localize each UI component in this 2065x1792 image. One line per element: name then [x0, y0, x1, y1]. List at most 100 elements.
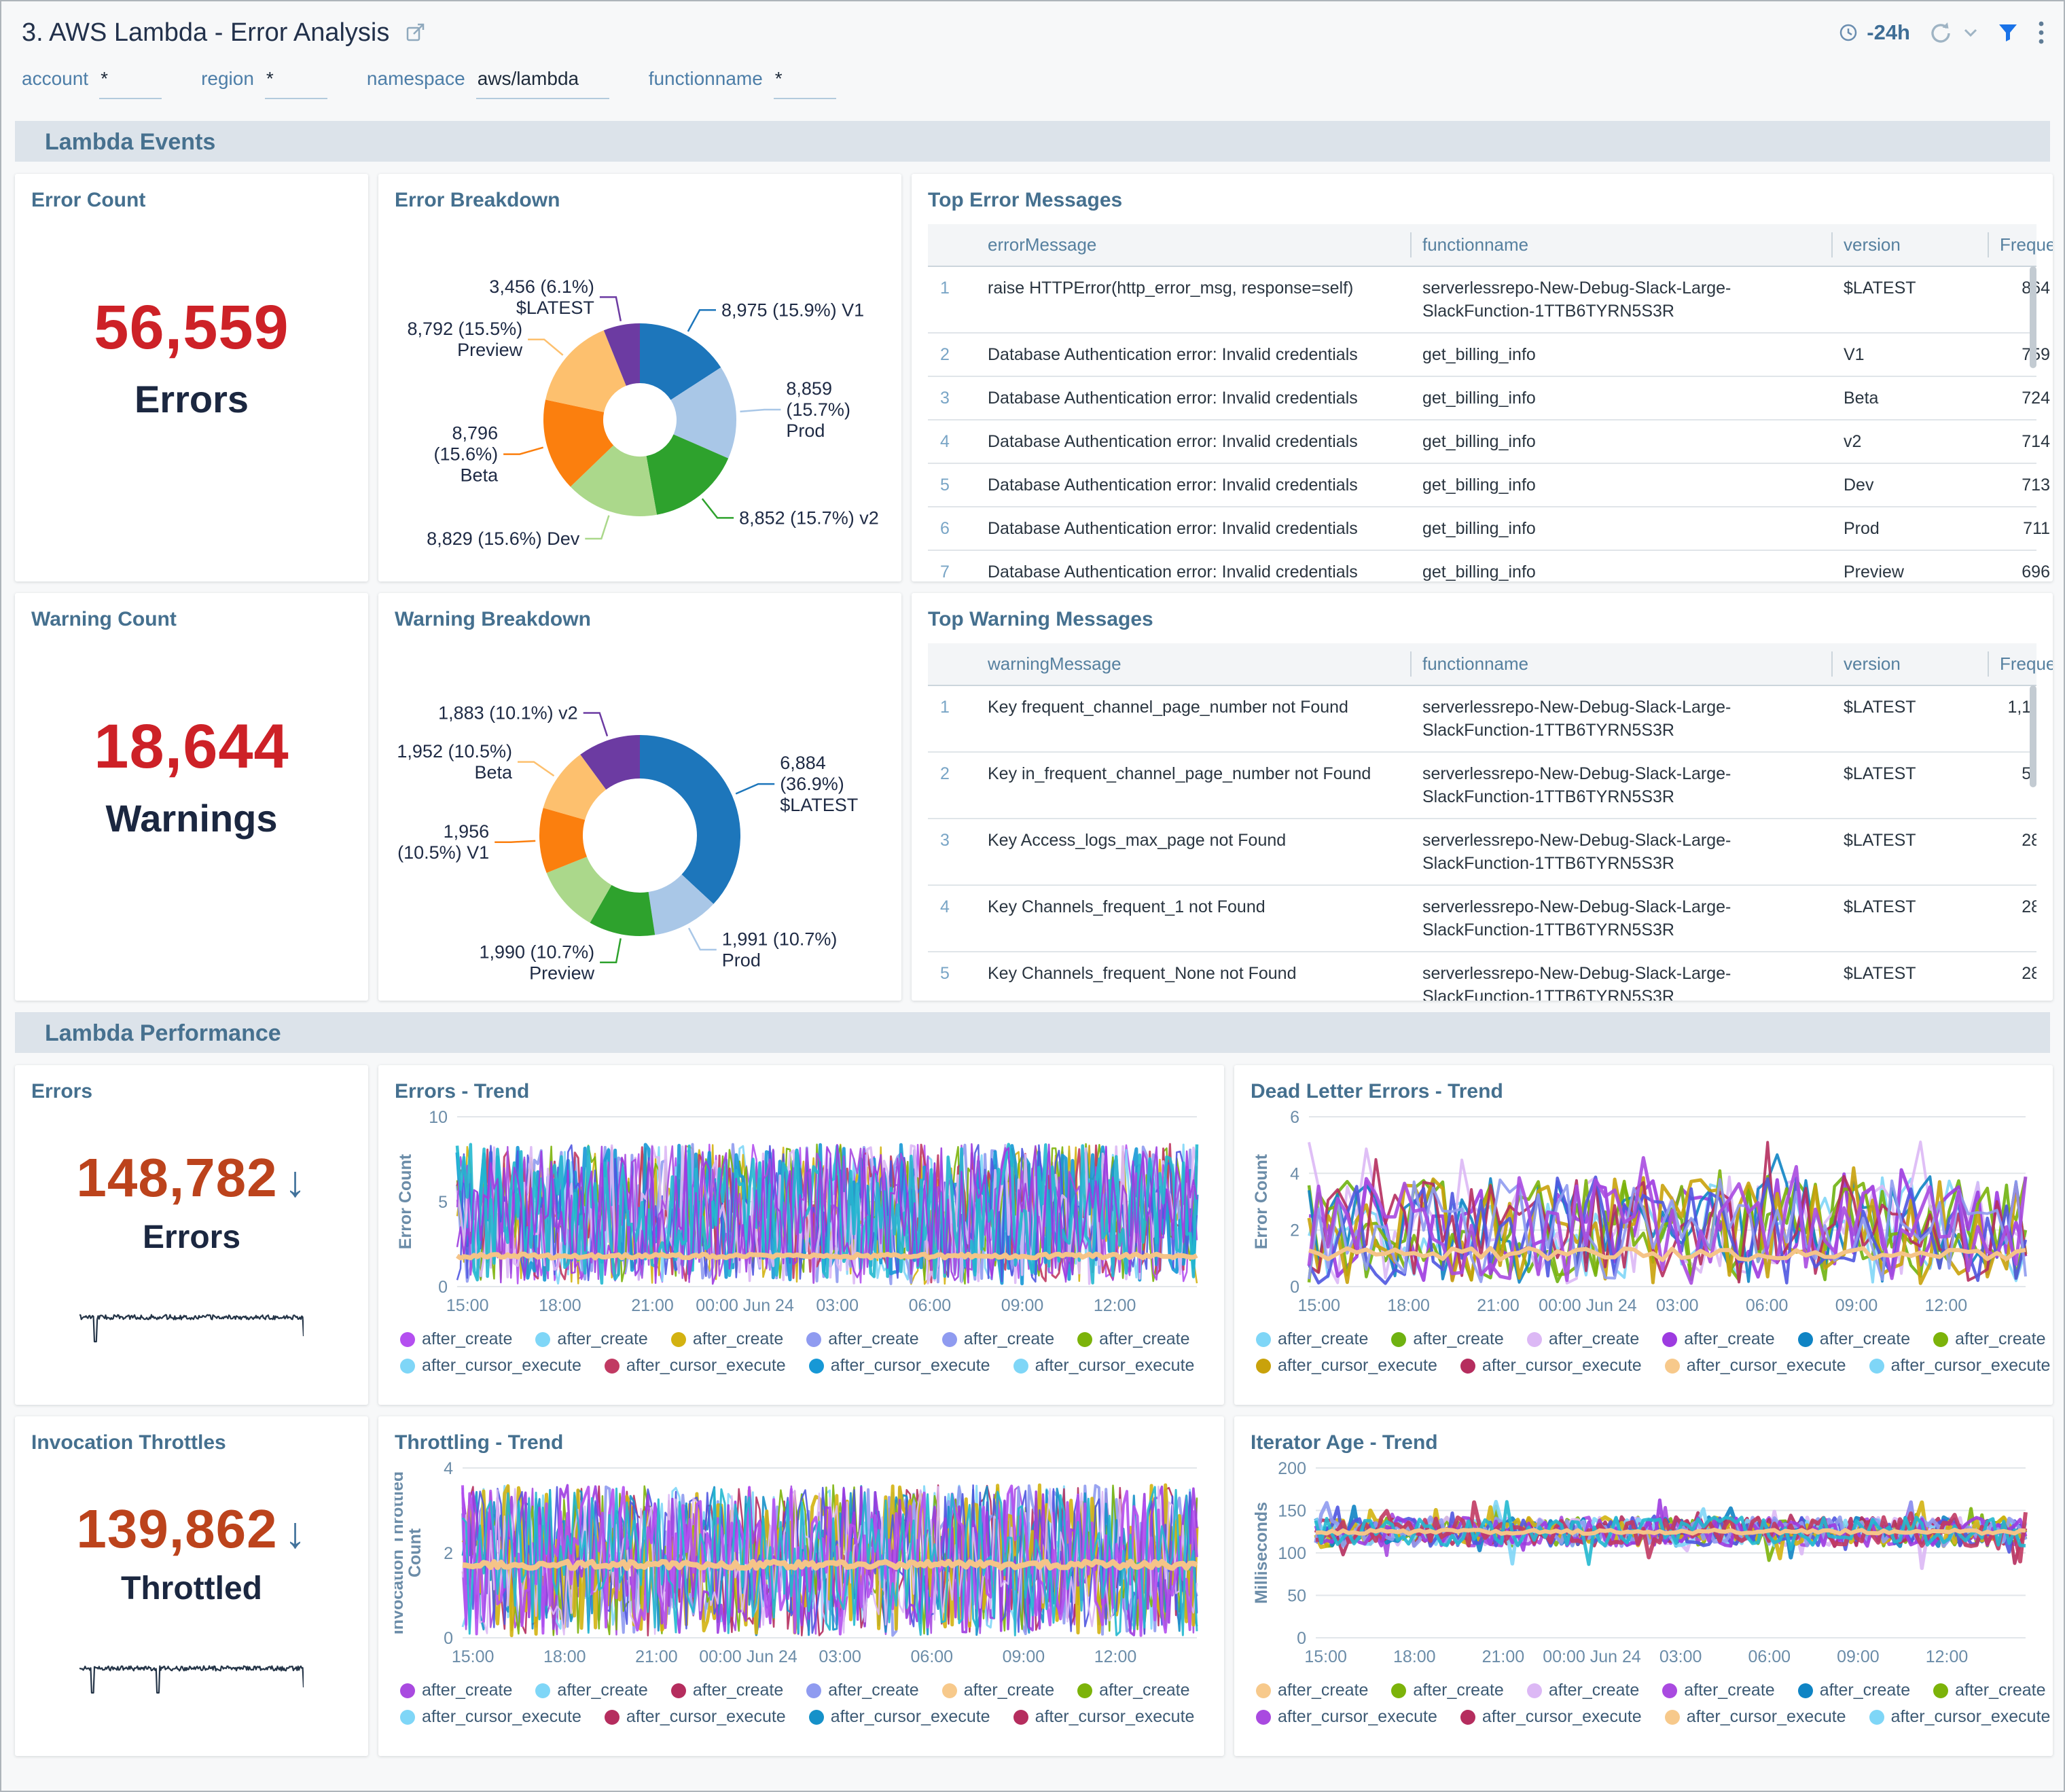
- legend-dot-icon: [1013, 1710, 1028, 1725]
- filter-namespace-input[interactable]: aws/lambda: [476, 68, 609, 99]
- legend-item[interactable]: after_create: [400, 1681, 512, 1700]
- legend-item[interactable]: after_cursor_execute: [1256, 1707, 1437, 1727]
- legend-item[interactable]: after_create: [806, 1681, 918, 1700]
- table-scrollbar-thumb[interactable]: [2030, 266, 2036, 368]
- legend-dot-icon: [809, 1359, 824, 1374]
- filter-account-input[interactable]: *: [99, 68, 162, 99]
- legend-item[interactable]: after_create: [1256, 1681, 1368, 1700]
- table-cell: 3: [928, 377, 975, 419]
- legend-item[interactable]: after_create: [942, 1329, 1054, 1349]
- chevron-down-icon[interactable]: [1962, 24, 1979, 41]
- legend-dot-icon: [605, 1359, 620, 1374]
- legend-label: after_create: [1549, 1329, 1639, 1349]
- svg-text:21:00: 21:00: [1477, 1296, 1520, 1315]
- filter-region: region *: [201, 68, 327, 99]
- legend-label: after_create: [1413, 1329, 1503, 1349]
- table-cell: serverlessrepo-New-Debug-Slack-Large-Sla…: [1410, 686, 1831, 751]
- legend-item[interactable]: after_cursor_execute: [1013, 1356, 1195, 1376]
- legend-item[interactable]: after_cursor_execute: [1460, 1356, 1642, 1376]
- refresh-icon[interactable]: [1928, 20, 1952, 45]
- filter-functionname-input[interactable]: *: [774, 68, 836, 99]
- warning-breakdown-donut-chart: 6,884(36.9%)$LATEST1,991 (10.7%)Prod1,99…: [395, 635, 885, 992]
- legend-item[interactable]: after_cursor_execute: [1256, 1356, 1437, 1376]
- table-cell: 759: [1988, 334, 2053, 376]
- legend-item[interactable]: after_create: [1256, 1329, 1368, 1349]
- table-cell: Database Authentication error: Invalid c…: [975, 551, 1410, 581]
- legend-item[interactable]: after_create: [1077, 1329, 1189, 1349]
- legend-item[interactable]: after_create: [400, 1329, 512, 1349]
- legend-item[interactable]: after_create: [535, 1329, 647, 1349]
- legend-item[interactable]: after_cursor_execute: [400, 1356, 581, 1376]
- legend-label: after_create: [1278, 1329, 1368, 1349]
- svg-text:8,829 (15.6%) Dev: 8,829 (15.6%) Dev: [427, 528, 580, 549]
- legend-item[interactable]: after_cursor_execute: [1460, 1707, 1642, 1727]
- legend-item[interactable]: after_cursor_execute: [605, 1356, 786, 1376]
- legend-item[interactable]: after_create: [1662, 1681, 1774, 1700]
- legend-item[interactable]: after_create: [1798, 1329, 1910, 1349]
- column-header: errorMessage: [975, 224, 1410, 266]
- table-cell: Key frequent_channel_page_number not Fou…: [975, 686, 1410, 751]
- legend-item[interactable]: after_cursor_execute: [1665, 1707, 1846, 1727]
- table-scrollbar-thumb[interactable]: [2030, 685, 2036, 787]
- table-cell: Key Channels_frequent_1 not Found: [975, 886, 1410, 951]
- kebab-menu-icon[interactable]: [2036, 20, 2046, 46]
- legend-dot-icon: [1256, 1710, 1271, 1725]
- table-cell: 711: [1988, 507, 2053, 550]
- column-header: functionname: [1410, 224, 1831, 266]
- legend-item[interactable]: after_create: [1077, 1681, 1189, 1700]
- legend-item[interactable]: after_cursor_execute: [1013, 1707, 1195, 1727]
- legend-dot-icon: [400, 1683, 415, 1698]
- svg-text:03:00: 03:00: [1656, 1296, 1699, 1315]
- legend-item[interactable]: after_cursor_execute: [400, 1707, 581, 1727]
- legend-item[interactable]: after_create: [671, 1681, 783, 1700]
- svg-text:06:00: 06:00: [909, 1296, 952, 1315]
- panel-error-breakdown: Error Breakdown 8,975 (15.9%) V18,859(15…: [378, 174, 901, 581]
- legend-label: after_create: [557, 1681, 647, 1700]
- legend-item[interactable]: after_create: [1933, 1329, 2045, 1349]
- legend-item[interactable]: after_cursor_execute: [605, 1707, 786, 1727]
- clock-icon[interactable]: [1838, 22, 1858, 43]
- filter-icon[interactable]: [1997, 22, 2019, 43]
- table-cell: 286: [1988, 952, 2036, 1001]
- svg-text:5: 5: [438, 1193, 448, 1212]
- legend-item[interactable]: after_create: [1391, 1329, 1503, 1349]
- panel-title: Error Count: [31, 189, 352, 212]
- legend-item[interactable]: after_cursor_execute: [1665, 1356, 1846, 1376]
- legend-item[interactable]: after_create: [535, 1681, 647, 1700]
- svg-text:1,991 (10.7%)Prod: 1,991 (10.7%)Prod: [722, 929, 838, 971]
- legend-item[interactable]: after_cursor_execute: [809, 1356, 990, 1376]
- legend-item[interactable]: after_create: [1527, 1681, 1639, 1700]
- time-range[interactable]: -24h: [1867, 20, 1910, 45]
- legend-item[interactable]: after_create: [1391, 1681, 1503, 1700]
- table-cell: 2: [928, 334, 975, 376]
- svg-text:2: 2: [1290, 1221, 1299, 1240]
- legend-label: after_create: [1549, 1681, 1639, 1700]
- legend-item[interactable]: after_cursor_execute: [1869, 1356, 2051, 1376]
- legend-item[interactable]: after_create: [806, 1329, 918, 1349]
- legend-item[interactable]: after_create: [942, 1681, 1054, 1700]
- table-cell: 6: [928, 507, 975, 550]
- legend-label: after_cursor_execute: [1687, 1356, 1846, 1376]
- legend-item[interactable]: after_create: [1933, 1681, 2045, 1700]
- table-row: 1Key frequent_channel_page_number not Fo…: [928, 686, 2036, 753]
- legend-label: after_cursor_execute: [626, 1356, 786, 1376]
- svg-text:15:00: 15:00: [1298, 1296, 1341, 1315]
- legend-label: after_cursor_execute: [1482, 1356, 1642, 1376]
- dashboard: 3. AWS Lambda - Error Analysis -24h: [0, 0, 2065, 1792]
- legend-item[interactable]: after_create: [1798, 1681, 1910, 1700]
- legend-item[interactable]: after_create: [1662, 1329, 1774, 1349]
- legend-item[interactable]: after_cursor_execute: [1869, 1707, 2051, 1727]
- legend-item[interactable]: after_create: [671, 1329, 783, 1349]
- filter-region-input[interactable]: *: [265, 68, 327, 99]
- legend-label: after_create: [422, 1329, 512, 1349]
- share-icon[interactable]: [404, 21, 427, 44]
- legend-dot-icon: [1869, 1359, 1884, 1374]
- legend-item[interactable]: after_cursor_execute: [809, 1707, 990, 1727]
- legend-label: after_cursor_execute: [1035, 1707, 1195, 1727]
- legend-dot-icon: [1798, 1683, 1813, 1698]
- legend-item[interactable]: after_create: [1527, 1329, 1639, 1349]
- svg-text:Count: Count: [406, 1528, 425, 1577]
- svg-text:100: 100: [1278, 1544, 1306, 1563]
- column-header: Frequency: [1988, 224, 2053, 266]
- legend-dot-icon: [1665, 1710, 1680, 1725]
